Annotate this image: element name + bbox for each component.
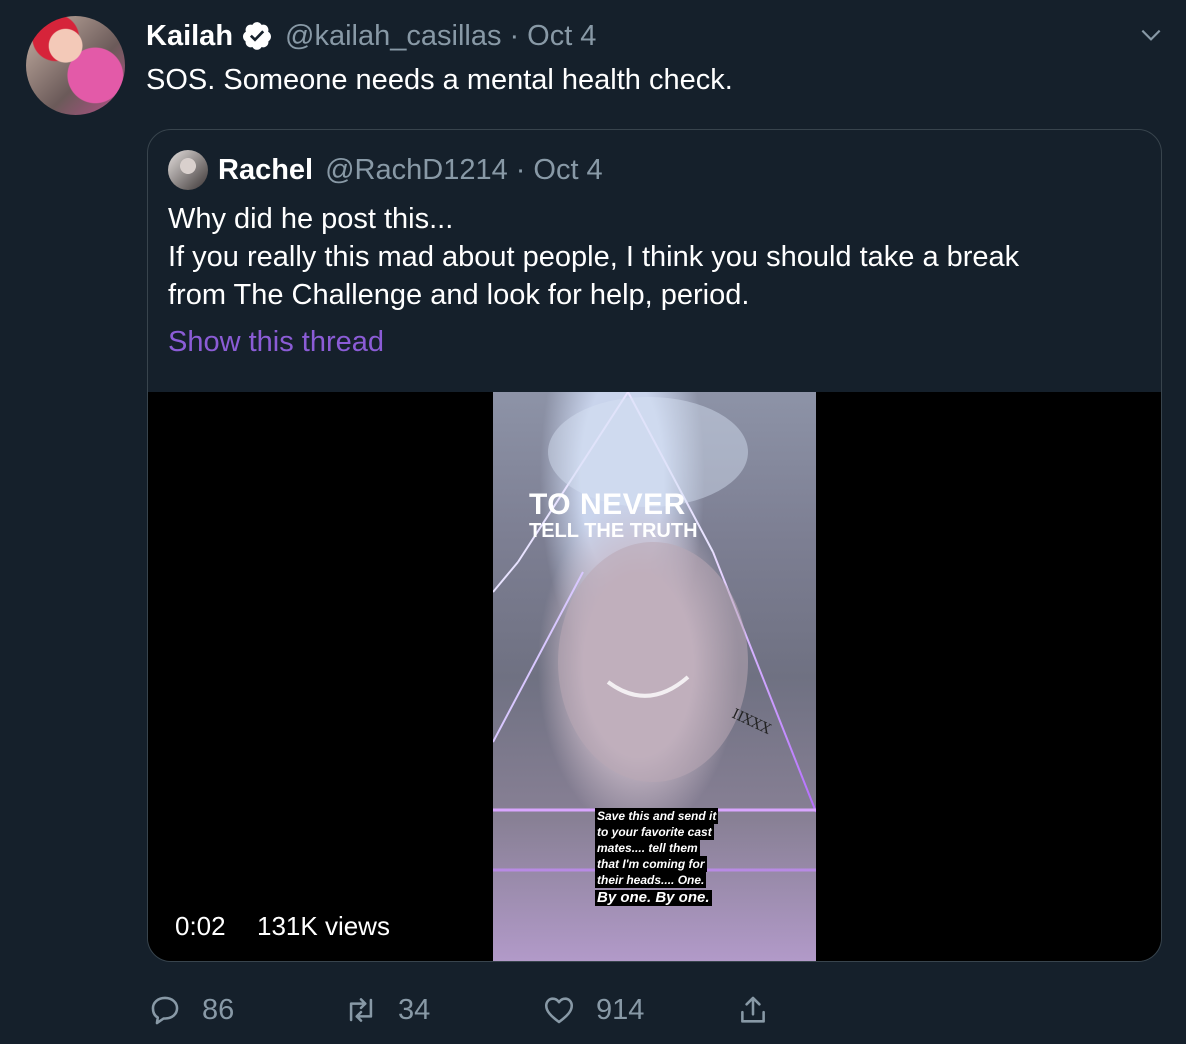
verified-badge-icon (241, 20, 273, 52)
quoted-tweet-date[interactable]: Oct 4 (533, 154, 602, 187)
caption-line: Save this and send it (595, 808, 719, 824)
like-button[interactable]: 914 (542, 993, 644, 1027)
author-name[interactable]: Kailah (146, 20, 233, 53)
reply-count: 86 (202, 993, 235, 1026)
separator-dot: · (509, 19, 520, 52)
caption-line: to your favorite cast (595, 824, 714, 840)
quoted-author-avatar[interactable] (168, 150, 208, 190)
heart-icon (544, 997, 574, 1024)
like-count: 914 (596, 993, 645, 1026)
quoted-author-name[interactable]: Rachel (218, 154, 313, 187)
retweet-count: 34 (398, 993, 431, 1026)
video-caption: Save this and send it to your favorite c… (595, 808, 739, 906)
svg-text:IIXXX: IIXXX (729, 706, 773, 738)
tweet-actions: 86 34 914 (148, 993, 788, 1037)
caption-line: mates.... tell them (595, 840, 700, 856)
show-thread-link[interactable]: Show this thread (168, 326, 384, 359)
author-handle[interactable]: @kailah_casillas (285, 20, 501, 53)
video-views-badge: 131K views (247, 906, 400, 946)
quoted-text-line: If you really this mad about people, I t… (168, 241, 1020, 273)
caption-line: By one. By one. (595, 889, 712, 906)
video-frame: IIXXX TO NEVER TELL THE TRUTH Save this … (493, 392, 816, 961)
quoted-tweet[interactable]: Rachel @RachD1214 · Oct 4 Why did he pos… (147, 129, 1162, 962)
video-overlay-title: TO NEVER (529, 488, 686, 521)
caption-line: their heads.... One. (595, 872, 707, 888)
reply-button[interactable]: 86 (148, 993, 234, 1027)
quoted-tweet-text: Why did he post this... If you really th… (168, 200, 1128, 314)
quoted-text-line: Why did he post this... (168, 203, 454, 235)
separator-dot: · (515, 153, 526, 186)
video-overlay-subtitle: TELL THE TRUTH (529, 520, 698, 542)
tweet-date[interactable]: Oct 4 (527, 20, 596, 53)
retweet-button[interactable]: 34 (344, 993, 430, 1027)
chevron-down-icon[interactable] (1138, 22, 1164, 48)
share-icon (741, 996, 765, 1023)
tweet-header: Kailah @kailah_casillas · Oct 4 (146, 16, 596, 56)
quoted-tweet-header: Rachel @RachD1214 · Oct 4 (218, 150, 603, 190)
quoted-text-line: from The Challenge and look for help, pe… (168, 279, 750, 311)
tweet-text: SOS. Someone needs a mental health check… (146, 64, 733, 96)
caption-line: that I'm coming for (595, 856, 707, 872)
retweet-icon (349, 998, 373, 1022)
reply-icon (151, 996, 179, 1025)
video-player[interactable]: IIXXX TO NEVER TELL THE TRUTH Save this … (148, 392, 1161, 961)
share-button[interactable] (736, 993, 790, 1027)
author-avatar[interactable] (26, 16, 125, 115)
quoted-author-handle[interactable]: @RachD1214 (325, 154, 508, 187)
video-duration-badge: 0:02 (165, 906, 236, 946)
